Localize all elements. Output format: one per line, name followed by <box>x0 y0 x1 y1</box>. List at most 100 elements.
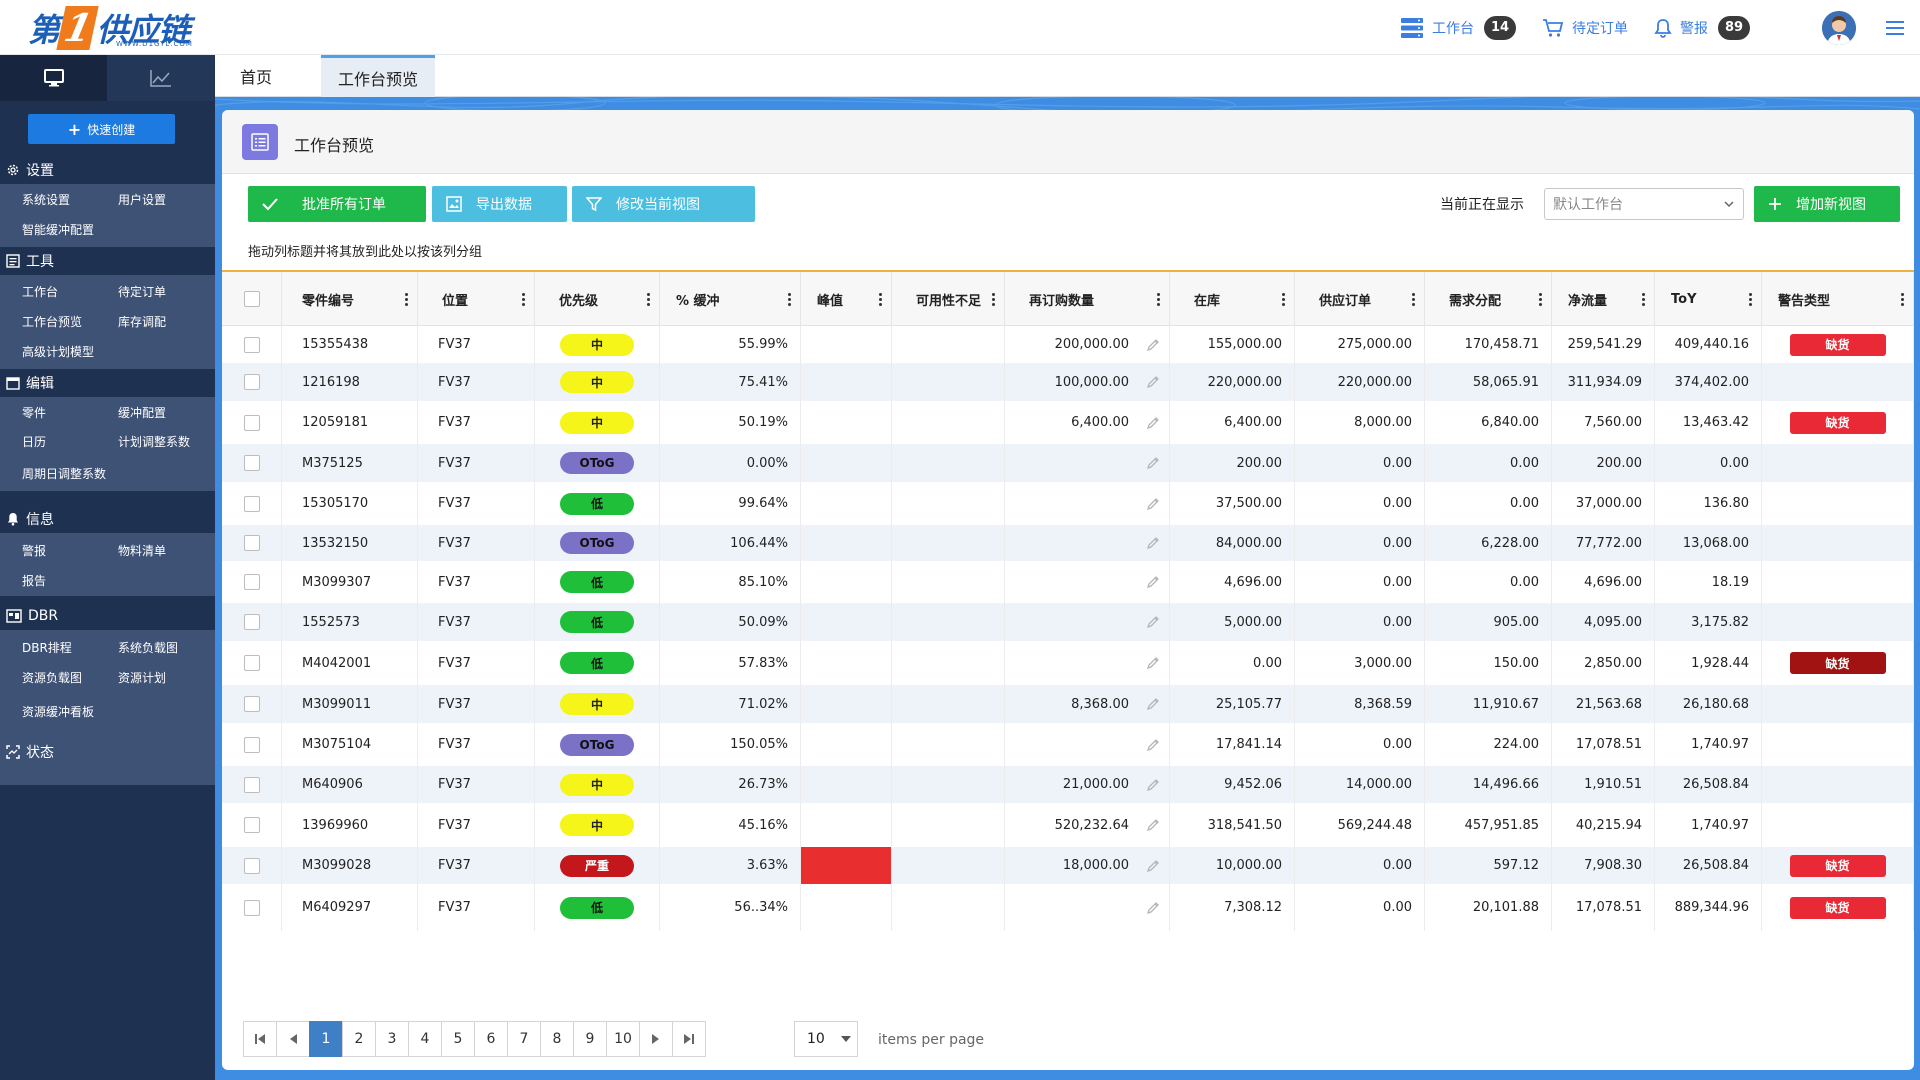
view-select[interactable]: 默认工作台 <box>1544 188 1744 220</box>
column-header-on-hand[interactable]: 在库 <box>1170 272 1295 326</box>
column-header-location[interactable]: 位置 <box>418 272 535 326</box>
table-row[interactable]: M4042001 FV37 低 57.83% 0.00 3,000.00 150.00 2,8… <box>222 641 1914 685</box>
user-avatar[interactable] <box>1822 10 1856 45</box>
table-row[interactable]: 13969960 FV37 中 45.16% 520,232.64 318,541.50 5… <box>222 803 1914 847</box>
table-row[interactable]: 1552573 FV37 低 50.09% 5,000.00 0.00 905.00 4,09… <box>222 603 1914 641</box>
edit-pencil-icon[interactable] <box>1146 375 1160 389</box>
row-checkbox[interactable] <box>243 899 260 916</box>
sidebar-item-advanced-planning[interactable]: 高级计划模型 <box>22 343 94 360</box>
prev-page-icon[interactable] <box>276 1021 310 1057</box>
column-menu-icon[interactable] <box>875 292 885 307</box>
alert-type-badge[interactable]: 缺货 <box>1789 854 1886 877</box>
row-checkbox[interactable] <box>243 655 260 671</box>
table-row[interactable]: M640906 FV37 中 26.73% 21,000.00 9,452.06 14,00… <box>222 766 1914 803</box>
alert-type-badge[interactable]: 缺货 <box>1789 411 1886 434</box>
table-row[interactable]: M375125 FV37 OToG 0.00% 200.00 0.00 0.00 200.00… <box>222 444 1914 482</box>
logo[interactable]: 第1供应链 WWW.D1GYL.COM <box>28 2 192 52</box>
sidebar-section-tools[interactable]: 工具 <box>0 247 215 275</box>
page-button[interactable]: 10 <box>606 1021 640 1057</box>
table-row[interactable]: M3099011 FV37 中 71.02% 8,368.00 25,105.77 8,36… <box>222 685 1914 723</box>
page-button[interactable]: 1 <box>309 1021 343 1057</box>
edit-pencil-icon[interactable] <box>1146 338 1160 352</box>
column-header-select-all[interactable] <box>222 272 282 326</box>
row-checkbox[interactable] <box>243 574 260 590</box>
column-menu-icon[interactable] <box>401 292 411 307</box>
column-menu-icon[interactable] <box>1745 292 1755 307</box>
column-menu-icon[interactable] <box>1278 292 1288 307</box>
export-data-button[interactable]: 导出数据 <box>432 186 567 222</box>
edit-pencil-icon[interactable] <box>1146 901 1160 915</box>
alert-type-badge[interactable]: 缺货 <box>1789 896 1886 919</box>
quick-create-button[interactable]: + 快速创建 <box>28 114 175 144</box>
row-checkbox[interactable] <box>243 495 260 512</box>
row-checkbox[interactable] <box>243 455 260 471</box>
table-row[interactable]: M6409297 FV37 低 56..34% 7,308.12 0.00 20,101.8… <box>222 884 1914 931</box>
sidebar-item-workbench[interactable]: 工作台 <box>22 283 58 300</box>
edit-pencil-icon[interactable] <box>1146 818 1160 832</box>
edit-pencil-icon[interactable] <box>1146 859 1160 873</box>
tab-workbench-preview[interactable]: 工作台预览 <box>321 55 435 97</box>
page-button[interactable]: 7 <box>507 1021 541 1057</box>
approve-all-orders-button[interactable]: 批准所有订单 <box>248 186 426 222</box>
row-checkbox[interactable] <box>243 414 260 431</box>
table-row[interactable]: 12059181 FV37 中 50.19% 6,400.00 6,400.00 8,000… <box>222 401 1914 444</box>
sidebar-item-buffer-config[interactable]: 缓冲配置 <box>118 404 166 421</box>
edit-pencil-icon[interactable] <box>1146 416 1160 430</box>
edit-pencil-icon[interactable] <box>1146 615 1160 629</box>
column-menu-icon[interactable] <box>784 292 794 307</box>
sidebar-section-status[interactable]: 状态 <box>0 738 215 766</box>
sidebar-item-smart-buffer-config[interactable]: 智能缓冲配置 <box>22 221 94 238</box>
sidebar-item-resource-buffer-board[interactable]: 资源缓冲看板 <box>22 703 94 720</box>
row-checkbox[interactable] <box>243 336 260 353</box>
table-row[interactable]: M3099307 FV37 低 85.10% 4,696.00 0.00 0.00 4,696… <box>222 561 1914 603</box>
sidebar-item-alerts[interactable]: 警报 <box>22 542 46 559</box>
column-menu-icon[interactable] <box>988 292 998 307</box>
sidebar-item-bom[interactable]: 物料清单 <box>118 542 166 559</box>
row-checkbox[interactable] <box>243 857 260 874</box>
sidebar-section-edit[interactable]: 编辑 <box>0 369 215 397</box>
edit-pencil-icon[interactable] <box>1146 575 1160 589</box>
column-header-reorder-qty[interactable]: 再订购数量 <box>1005 272 1170 326</box>
sidebar-item-cycle-day-factor[interactable]: 周期日调整系数 <box>22 465 106 482</box>
select-all-checkbox[interactable] <box>243 291 260 307</box>
sidebar-section-dbr[interactable]: DBR <box>0 602 215 630</box>
sidebar-item-reports[interactable]: 报告 <box>22 572 46 589</box>
sidebar-item-inventory-allocation[interactable]: 库存调配 <box>118 313 166 330</box>
table-row[interactable]: M3075104 FV37 OToG 150.05% 17,841.14 0.00 224.… <box>222 723 1914 766</box>
pending-orders-nav[interactable]: 待定订单 <box>1542 18 1628 38</box>
edit-pencil-icon[interactable] <box>1146 656 1160 670</box>
sidebar-tab-menu[interactable] <box>0 55 107 101</box>
column-header-peak[interactable]: 峰值 <box>801 272 892 326</box>
modify-current-view-button[interactable]: 修改当前视图 <box>572 186 755 222</box>
edit-pencil-icon[interactable] <box>1146 536 1160 550</box>
first-page-icon[interactable] <box>243 1021 277 1057</box>
row-checkbox[interactable] <box>243 736 260 753</box>
last-page-icon[interactable] <box>672 1021 706 1057</box>
column-header-toy[interactable]: ToY <box>1655 272 1762 326</box>
column-menu-icon[interactable] <box>1408 292 1418 307</box>
column-menu-icon[interactable] <box>643 292 653 307</box>
column-menu-icon[interactable] <box>1535 292 1545 307</box>
column-header-demand-allocation[interactable]: 需求分配 <box>1425 272 1552 326</box>
table-row[interactable]: 1216198 FV37 中 75.41% 100,000.00 220,000.00 22… <box>222 363 1914 401</box>
hamburger-menu-icon[interactable] <box>1886 20 1904 36</box>
row-checkbox[interactable] <box>243 776 260 793</box>
table-row[interactable]: 13532150 FV37 OToG 106.44% 84,000.00 0.00 6,22… <box>222 525 1914 561</box>
page-button[interactable]: 4 <box>408 1021 442 1057</box>
sidebar-section-settings[interactable]: 设置 <box>0 156 215 184</box>
column-menu-icon[interactable] <box>1638 292 1648 307</box>
next-page-icon[interactable] <box>639 1021 673 1057</box>
column-header-shortage[interactable]: 可用性不足 <box>892 272 1005 326</box>
column-header-part-number[interactable]: 零件编号 <box>282 272 418 326</box>
page-button[interactable]: 2 <box>342 1021 376 1057</box>
edit-pencil-icon[interactable] <box>1146 497 1160 511</box>
row-checkbox[interactable] <box>243 696 260 712</box>
table-row[interactable]: 15355438 FV37 中 55.99% 200,000.00 155,000.00 2… <box>222 326 1914 363</box>
row-checkbox[interactable] <box>243 374 260 390</box>
column-menu-icon[interactable] <box>1153 292 1163 307</box>
sidebar-item-parts[interactable]: 零件 <box>22 404 46 421</box>
column-menu-icon[interactable] <box>518 292 528 307</box>
column-header-buffer-percent[interactable]: % 缓冲 <box>660 272 801 326</box>
alerts-nav[interactable]: 警报 89 <box>1654 15 1750 40</box>
group-by-drop-zone[interactable]: 拖动列标题并将其放到此处以按该列分组 <box>248 241 482 260</box>
